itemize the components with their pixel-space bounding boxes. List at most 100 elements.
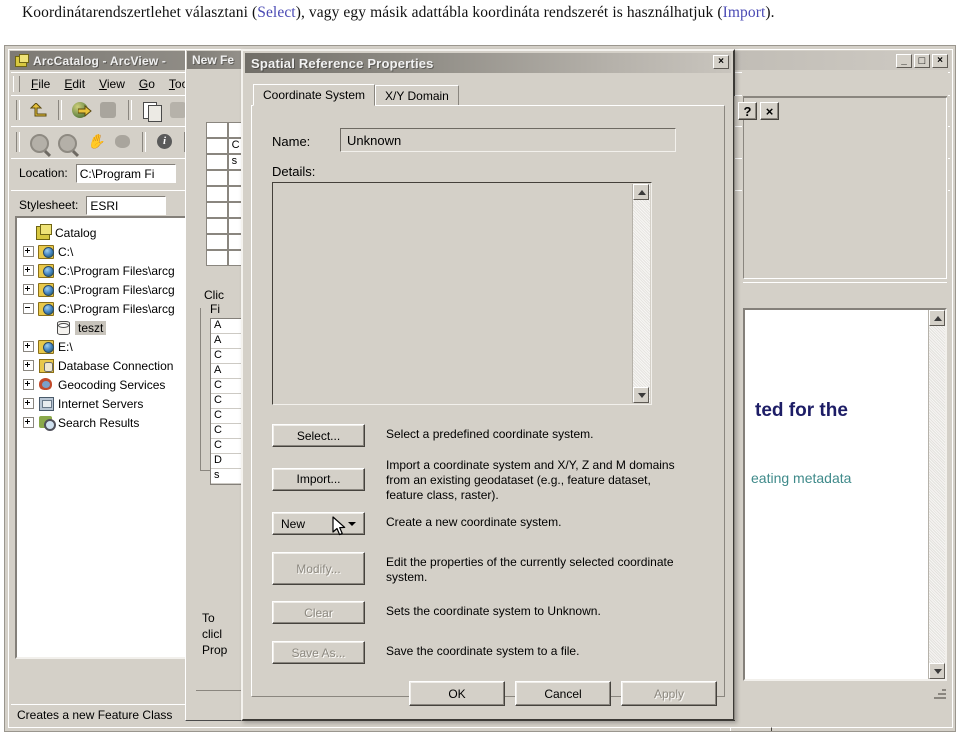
dialog-titlebar[interactable]: Spatial Reference Properties bbox=[245, 53, 731, 73]
action-list: Select... Select a predefined coordinate… bbox=[272, 424, 702, 672]
save-as-description: Save the coordinate system to a file. bbox=[386, 644, 580, 658]
full-extent-icon[interactable] bbox=[111, 131, 135, 153]
connect-to-folder-icon[interactable] bbox=[69, 99, 93, 121]
tab-xy-domain[interactable]: X/Y Domain bbox=[375, 85, 459, 107]
location-input[interactable]: C:\Program Fi bbox=[75, 163, 176, 183]
metadata-vertical-scrollbar[interactable] bbox=[928, 310, 945, 679]
tree-item-pf-3[interactable]: C:\Program Files\arcg bbox=[17, 299, 191, 318]
menu-file[interactable]: File bbox=[24, 75, 57, 93]
chevron-down-icon[interactable] bbox=[348, 521, 356, 526]
resize-grip-icon[interactable] bbox=[932, 685, 946, 699]
arccatalog-cube-icon bbox=[14, 53, 29, 68]
caption-text-after: ). bbox=[765, 4, 775, 21]
expand-toggle-icon[interactable] bbox=[23, 417, 34, 428]
minimize-button[interactable]: _ bbox=[896, 54, 912, 68]
pan-icon[interactable]: ✋ bbox=[83, 131, 107, 153]
save-as-button[interactable]: Save As... bbox=[272, 641, 365, 664]
details-vertical-scrollbar[interactable] bbox=[632, 184, 650, 403]
scroll-down-button[interactable] bbox=[929, 663, 945, 679]
dialog-title: Spatial Reference Properties bbox=[251, 55, 434, 71]
menu-edit[interactable]: Edit bbox=[57, 75, 92, 93]
tree-item-database-connections[interactable]: Database Connection bbox=[17, 356, 191, 375]
grid-cell-marker bbox=[206, 218, 228, 234]
scroll-up-button[interactable] bbox=[929, 310, 945, 326]
grid-cell-marker bbox=[206, 154, 228, 170]
grid-cell-marker bbox=[206, 202, 228, 218]
maximize-button[interactable]: □ bbox=[914, 54, 930, 68]
spatial-reference-properties-dialog: Spatial Reference Properties × Coordinat… bbox=[241, 49, 735, 721]
status-text: Creates a new Feature Class bbox=[17, 708, 173, 722]
expand-toggle-icon[interactable] bbox=[23, 246, 34, 257]
catalog-tree[interactable]: Catalog C:\ C:\Program Files\arcg C:\Pro… bbox=[15, 216, 193, 659]
toolbar-grip[interactable] bbox=[16, 100, 20, 120]
tree-item-label: Internet Servers bbox=[58, 396, 144, 411]
clear-button[interactable]: Clear bbox=[272, 601, 365, 624]
grid-hint-text: Clic bbox=[204, 288, 224, 302]
tree-item-internet-servers[interactable]: Internet Servers bbox=[17, 394, 191, 413]
expand-toggle-icon[interactable] bbox=[23, 265, 34, 276]
grid-cell-marker bbox=[206, 138, 228, 154]
dialog-help-close-buttons: ? × bbox=[738, 102, 779, 120]
modify-button[interactable]: Modify... bbox=[272, 552, 365, 585]
dialog-tabs: Coordinate System X/Y Domain bbox=[253, 84, 459, 107]
zoom-out-icon[interactable] bbox=[55, 131, 79, 153]
menu-view[interactable]: View bbox=[92, 75, 132, 93]
grid-cell-marker bbox=[206, 186, 228, 202]
close-icon[interactable]: × bbox=[713, 55, 729, 69]
details-textarea[interactable] bbox=[272, 182, 652, 405]
scroll-up-button[interactable] bbox=[633, 184, 649, 200]
geocoding-services-icon bbox=[38, 377, 54, 392]
expand-toggle-icon[interactable] bbox=[23, 360, 34, 371]
folder-connection-icon bbox=[38, 263, 54, 278]
up-one-level-icon[interactable] bbox=[27, 99, 51, 121]
tree-item-catalog[interactable]: Catalog bbox=[17, 223, 191, 242]
caption-text-before: Koordinátarendszertlehet választani ( bbox=[22, 4, 258, 21]
background-cancel-button[interactable]: el bbox=[730, 727, 772, 731]
geodatabase-icon bbox=[55, 320, 71, 335]
toolbar2-grip[interactable] bbox=[16, 132, 20, 152]
tree-item-geocoding-services[interactable]: Geocoding Services bbox=[17, 375, 191, 394]
tree-item-label: Catalog bbox=[55, 225, 97, 240]
action-row-clear: Clear Sets the coordinate system to Unkn… bbox=[272, 601, 702, 624]
name-value: Unknown bbox=[340, 128, 676, 152]
tree-item-label: teszt bbox=[75, 320, 107, 335]
metadata-heading: ted for the bbox=[755, 400, 848, 421]
caption-keyword-import: Import bbox=[722, 4, 766, 21]
disconnect-folder-icon[interactable] bbox=[97, 99, 121, 121]
expand-toggle-icon[interactable] bbox=[23, 284, 34, 295]
identify-icon[interactable]: i bbox=[153, 131, 177, 153]
menu-go[interactable]: Go bbox=[132, 75, 162, 93]
tree-item-e-drive[interactable]: E:\ bbox=[17, 337, 191, 356]
import-button[interactable]: Import... bbox=[272, 467, 365, 491]
expand-toggle-icon[interactable] bbox=[23, 398, 34, 409]
tree-item-label: Database Connection bbox=[58, 358, 174, 373]
expand-toggle-icon[interactable] bbox=[23, 341, 34, 352]
tree-item-pf-1[interactable]: C:\Program Files\arcg bbox=[17, 261, 191, 280]
details-label: Details: bbox=[272, 164, 316, 179]
cancel-button[interactable]: Cancel bbox=[515, 681, 611, 706]
apply-button[interactable]: Apply bbox=[621, 681, 717, 706]
collapse-toggle-icon[interactable] bbox=[23, 303, 34, 314]
expand-toggle-icon[interactable] bbox=[23, 379, 34, 390]
new-button[interactable]: New bbox=[272, 512, 365, 535]
close-button[interactable]: × bbox=[932, 54, 948, 68]
new-feature-class-title: New Fe bbox=[192, 53, 235, 67]
menubar-grip[interactable] bbox=[13, 75, 20, 92]
content-tabstrip[interactable] bbox=[743, 74, 947, 97]
arccatalog-title: ArcCatalog - ArcView - bbox=[33, 53, 167, 68]
help-icon[interactable]: ? bbox=[738, 102, 757, 120]
copy-icon[interactable] bbox=[139, 99, 163, 122]
ok-button[interactable]: OK bbox=[409, 681, 505, 706]
content-subbar bbox=[743, 282, 947, 305]
tree-item-c-drive[interactable]: C:\ bbox=[17, 242, 191, 261]
stylesheet-input[interactable]: ESRI bbox=[86, 195, 167, 215]
tab-coordinate-system[interactable]: Coordinate System bbox=[253, 84, 376, 106]
tree-item-pf-2[interactable]: C:\Program Files\arcg bbox=[17, 280, 191, 299]
tree-item-search-results[interactable]: Search Results bbox=[17, 413, 191, 432]
tree-item-teszt[interactable]: teszt bbox=[17, 318, 191, 337]
scroll-down-button[interactable] bbox=[633, 387, 649, 403]
select-button[interactable]: Select... bbox=[272, 424, 365, 447]
close-icon[interactable]: × bbox=[760, 102, 779, 120]
window-edge-divider bbox=[734, 96, 735, 720]
zoom-in-icon[interactable] bbox=[27, 131, 51, 153]
